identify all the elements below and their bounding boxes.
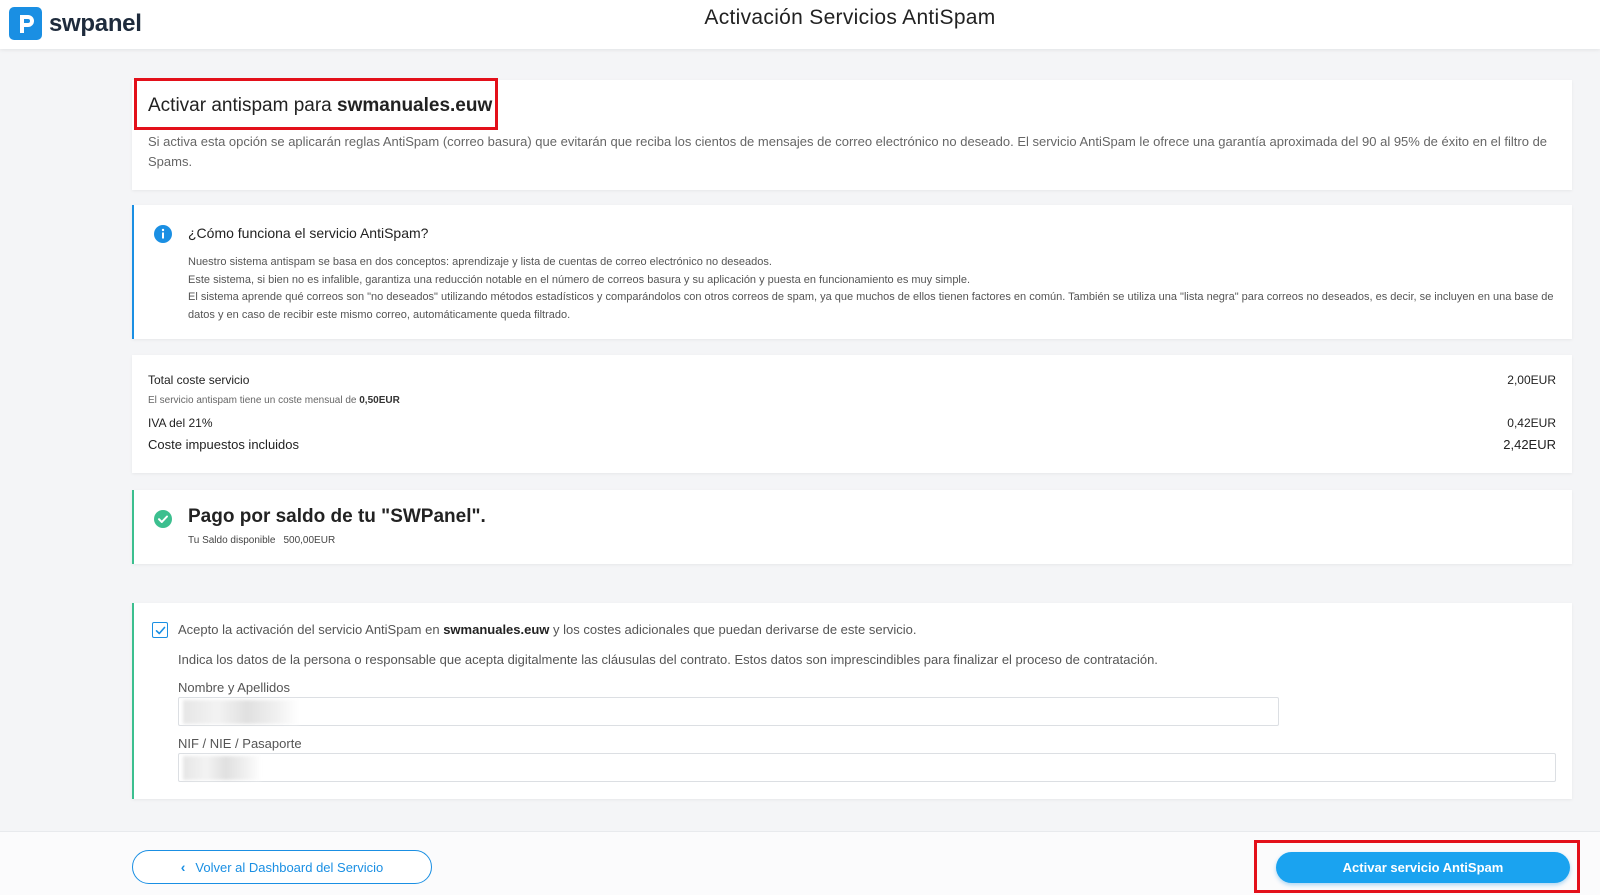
- intro-domain: swmanuales.euw: [337, 95, 493, 116]
- activate-button-label: Activar servicio AntiSpam: [1342, 860, 1504, 875]
- tax-included-value: 2,42EUR: [1503, 437, 1556, 452]
- accept-domain: swmanuales.euw: [443, 622, 550, 637]
- accept-card: Acepto la activación del servicio AntiSp…: [132, 603, 1572, 799]
- monthly-cost-value: 0,50EUR: [359, 395, 400, 406]
- iva-label: IVA del 21%: [148, 416, 213, 430]
- chevron-left-icon: ‹: [180, 859, 186, 875]
- intro-description: Si activa esta opción se aplicarán regla…: [148, 134, 1548, 169]
- footer-bar: ‹ Volver al Dashboard del Servicio Activ…: [0, 831, 1600, 895]
- intro-card: Activar antispam para swmanuales.euw Si …: [132, 78, 1572, 190]
- info-body: Nuestro sistema antispam se basa en dos …: [188, 254, 1558, 324]
- back-button-label: Volver al Dashboard del Servicio: [195, 859, 384, 875]
- top-header: swpanel Activación Servicios AntiSpam: [0, 0, 1600, 49]
- name-input[interactable]: [178, 697, 1279, 726]
- total-cost-value: 2,00EUR: [1507, 373, 1556, 387]
- accept-checkbox[interactable]: [152, 622, 168, 638]
- id-input-redacted: [183, 756, 261, 780]
- accept-description: Indica los datos de la persona o respons…: [178, 652, 1158, 667]
- info-line: El sistema aprende qué correos son "no d…: [188, 291, 1554, 321]
- tax-included-row: Coste impuestos incluidos 2,42EUR: [148, 437, 1556, 452]
- total-cost-row: Total coste servicio 2,00EUR: [148, 373, 1556, 387]
- intro-title-prefix: Activar antispam para: [148, 95, 338, 116]
- cost-card: Total coste servicio 2,00EUR El servicio…: [132, 355, 1572, 473]
- accept-text: Acepto la activación del servicio AntiSp…: [178, 622, 917, 637]
- activate-antispam-button[interactable]: Activar servicio AntiSpam: [1276, 852, 1570, 883]
- total-cost-label: Total coste servicio: [148, 373, 250, 387]
- check-circle-icon: [154, 510, 172, 528]
- tax-included-label: Coste impuestos incluidos: [148, 437, 300, 452]
- payment-card: Pago por saldo de tu "SWPanel". Tu Saldo…: [132, 490, 1572, 564]
- id-input[interactable]: [178, 753, 1556, 782]
- accept-text-suffix: y los costes adicionales que puedan deri…: [549, 622, 917, 637]
- name-label: Nombre y Apellidos: [178, 680, 290, 695]
- balance-value: 500,00EUR: [283, 535, 336, 546]
- back-to-dashboard-button[interactable]: ‹ Volver al Dashboard del Servicio: [132, 850, 432, 884]
- monthly-cost-row: El servicio antispam tiene un coste mens…: [148, 395, 1556, 406]
- balance-info: Tu Saldo disponible 500,00EUR: [188, 535, 335, 546]
- monthly-cost-prefix: El servicio antispam tiene un coste mens…: [148, 395, 360, 406]
- balance-label: Tu Saldo disponible: [188, 535, 276, 546]
- iva-value: 0,42EUR: [1507, 416, 1556, 430]
- info-line: Este sistema, si bien no es infalible, g…: [188, 273, 971, 286]
- id-label: NIF / NIE / Pasaporte: [178, 736, 302, 751]
- accept-text-prefix: Acepto la activación del servicio AntiSp…: [178, 622, 444, 637]
- info-card: ¿Cómo funciona el servicio AntiSpam? Nue…: [132, 205, 1572, 339]
- info-icon: [154, 225, 172, 243]
- checkmark-icon: [155, 626, 165, 634]
- page-title: Activación Servicios AntiSpam: [704, 6, 996, 29]
- monthly-cost-note: El servicio antispam tiene un coste mens…: [148, 395, 400, 406]
- name-input-redacted: [183, 700, 299, 724]
- iva-row: IVA del 21% 0,42EUR: [148, 416, 1556, 430]
- payment-title: Pago por saldo de tu "SWPanel".: [188, 506, 486, 527]
- intro-title: Activar antispam para swmanuales.euw: [148, 95, 492, 117]
- info-line: Nuestro sistema antispam se basa en dos …: [188, 256, 772, 268]
- info-title: ¿Cómo funciona el servicio AntiSpam?: [188, 225, 429, 241]
